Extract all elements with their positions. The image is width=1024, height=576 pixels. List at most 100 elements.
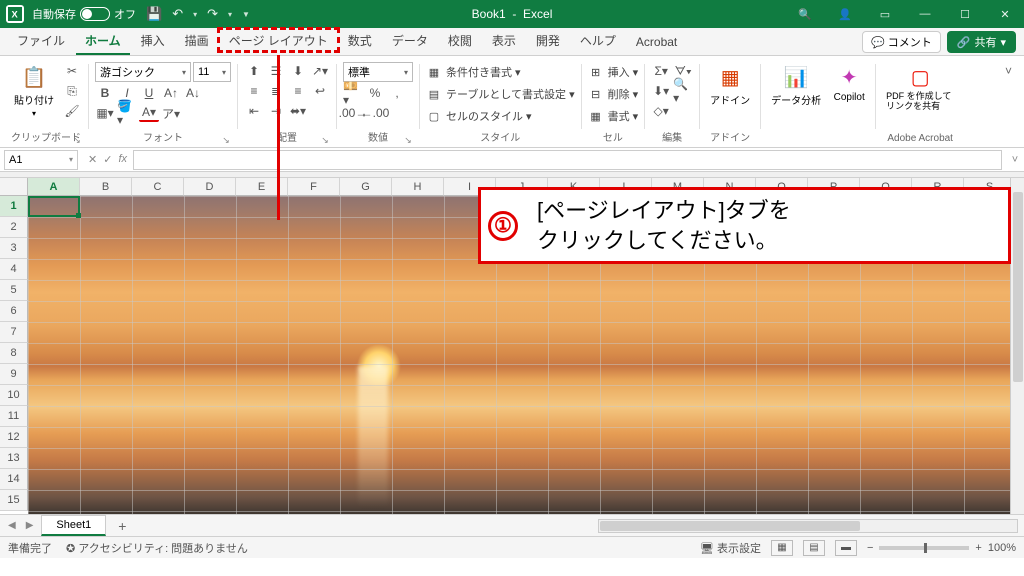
qat-customize[interactable]: ▼ [242,10,250,19]
align-bottom-button[interactable]: ⬇ [288,62,308,80]
merge-button[interactable]: ⬌▾ [288,102,308,120]
select-all-button[interactable] [0,178,28,196]
zoom-slider[interactable] [879,546,969,550]
column-header[interactable]: A [28,178,80,196]
percent-button[interactable]: % [365,84,385,102]
row-header[interactable]: 14 [0,469,28,490]
bold-button[interactable]: B [95,84,115,102]
fx-icon[interactable]: fx [118,153,127,166]
align-middle-button[interactable]: ☰ [266,62,286,80]
row-header[interactable]: 3 [0,238,28,259]
decrease-decimal-button[interactable]: ←.00 [365,104,385,122]
underline-button[interactable]: U [139,84,159,102]
tab-review[interactable]: 校閲 [439,27,481,55]
tab-insert[interactable]: 挿入 [132,27,174,55]
delete-cells-button[interactable]: ⊟削除 ▾ [588,84,639,104]
tab-acrobat[interactable]: Acrobat [627,30,686,55]
tab-home[interactable]: ホーム [76,27,130,55]
copilot-button[interactable]: ✦Copilot [829,62,869,105]
format-cells-button[interactable]: ▦書式 ▾ [588,106,639,126]
autosum-button[interactable]: Σ▾ [651,62,671,80]
display-settings-button[interactable]: 🖥 表示設定 [700,540,761,556]
fill-color-button[interactable]: 🪣▾ [117,104,137,122]
decrease-indent-button[interactable]: ⇤ [244,102,264,120]
row-header[interactable]: 7 [0,322,28,343]
clear-button[interactable]: ◇▾ [651,102,671,120]
row-header[interactable]: 2 [0,217,28,238]
ribbon-display-icon[interactable]: ▭ [872,4,898,24]
column-header[interactable]: H [392,178,444,196]
find-select-button[interactable]: 🔍▾ [673,82,693,100]
search-icon[interactable]: 🔍 [792,4,818,24]
expand-formula-bar-button[interactable]: ˅ [1006,154,1024,166]
row-header[interactable]: 13 [0,448,28,469]
copy-button[interactable]: ⎘ [62,82,82,100]
tab-data[interactable]: データ [383,27,437,55]
tab-developer[interactable]: 開発 [527,27,569,55]
align-top-button[interactable]: ⬆ [244,62,264,80]
undo-button[interactable]: ↶ [172,6,183,22]
dialog-launcher-icon[interactable]: ↘ [320,135,330,145]
comments-button[interactable]: 💬 コメント [862,31,941,53]
column-header[interactable]: D [184,178,236,196]
format-painter-button[interactable]: 🖌 [62,102,82,120]
autosave-toggle[interactable]: 自動保存 オフ [32,6,136,22]
close-button[interactable]: ✕ [992,4,1018,24]
vertical-scrollbar[interactable] [1010,178,1024,514]
insert-cells-button[interactable]: ⊞挿入 ▾ [588,62,639,82]
decrease-font-button[interactable]: A↓ [183,84,203,102]
dialog-launcher-icon[interactable]: ↘ [72,135,82,145]
horizontal-scrollbar[interactable] [598,519,1018,533]
row-header[interactable]: 6 [0,301,28,322]
phonetic-button[interactable]: ア▾ [161,104,181,122]
formula-input[interactable] [133,150,1002,170]
cancel-icon[interactable]: ✕ [88,153,97,166]
tab-formulas[interactable]: 数式 [339,27,381,55]
sheet-tab[interactable]: Sheet1 [41,515,106,536]
comma-button[interactable]: , [387,84,407,102]
name-box[interactable]: A1▾ [4,150,78,170]
row-header[interactable]: 11 [0,406,28,427]
save-button[interactable]: 💾 [146,6,162,22]
cut-button[interactable]: ✂ [62,62,82,80]
row-header[interactable]: 12 [0,427,28,448]
column-header[interactable]: C [132,178,184,196]
tab-view[interactable]: 表示 [483,27,525,55]
tab-draw[interactable]: 描画 [176,27,218,55]
font-size-dropdown[interactable]: 11▾ [193,62,231,82]
accessibility-status[interactable]: ✪ アクセシビリティ: 問題ありません [66,540,248,556]
addins-button[interactable]: ▦アドイン [706,62,754,109]
zoom-in-button[interactable]: + [975,542,981,554]
font-name-dropdown[interactable]: 游ゴシック▾ [95,62,191,82]
tab-page-layout[interactable]: ページ レイアウト [220,27,337,55]
format-as-table-button[interactable]: ▤テーブルとして書式設定 ▾ [426,84,575,104]
fill-button[interactable]: ⬇▾ [651,82,671,100]
tab-help[interactable]: ヘルプ [571,27,625,55]
sheet-nav-prev[interactable]: ◀ [6,520,18,531]
zoom-out-button[interactable]: − [867,542,873,554]
redo-button[interactable]: ↷ [207,6,218,22]
minimize-button[interactable]: — [912,4,938,24]
increase-indent-button[interactable]: ⇥ [266,102,286,120]
conditional-formatting-button[interactable]: ▦条件付き書式 ▾ [426,62,521,82]
align-center-button[interactable]: ≣ [266,82,286,100]
normal-view-button[interactable]: ▦ [771,540,793,556]
account-icon[interactable]: 👤 [832,4,858,24]
tab-file[interactable]: ファイル [8,27,74,55]
column-header[interactable]: F [288,178,340,196]
orientation-button[interactable]: ↗▾ [310,62,330,80]
dialog-launcher-icon[interactable]: ↘ [403,135,413,145]
row-header[interactable]: 5 [0,280,28,301]
borders-button[interactable]: ▦▾ [95,104,115,122]
row-header[interactable]: 4 [0,259,28,280]
accounting-format-button[interactable]: 💴▾ [343,84,363,102]
row-header[interactable]: 1 [0,196,28,217]
font-color-button[interactable]: A▾ [139,104,159,122]
row-header[interactable]: 10 [0,385,28,406]
enter-icon[interactable]: ✓ [103,153,112,166]
maximize-button[interactable]: ☐ [952,4,978,24]
row-header[interactable]: 15 [0,490,28,511]
collapse-ribbon-button[interactable]: ˅ [1005,58,1020,147]
share-button[interactable]: 🔗 共有 ▾ [947,31,1016,53]
increase-font-button[interactable]: A↑ [161,84,181,102]
